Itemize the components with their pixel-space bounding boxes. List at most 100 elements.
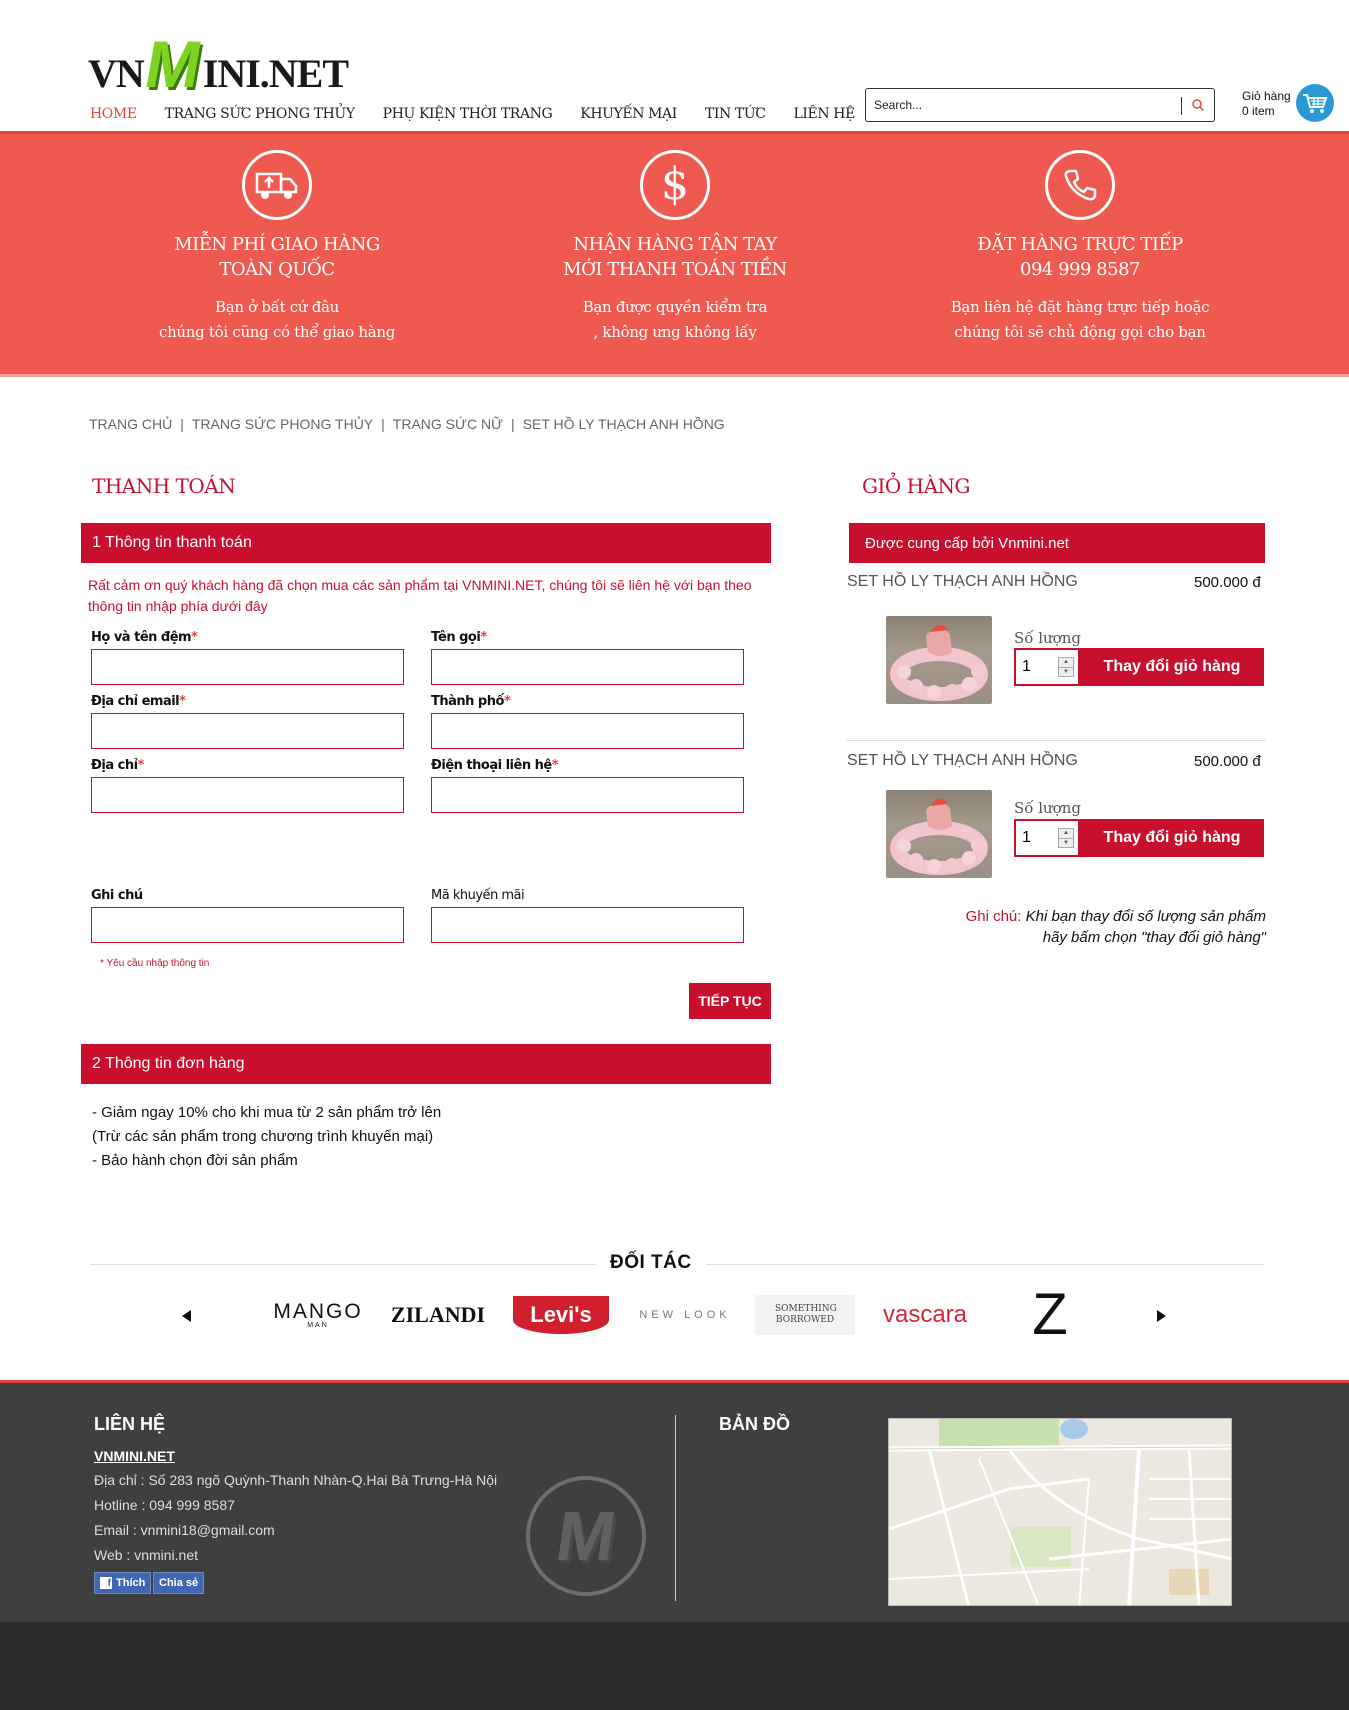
- breadcrumb-home[interactable]: TRANG CHỦ: [89, 416, 172, 432]
- brand-logo-levis[interactable]: Levi's: [512, 1290, 610, 1340]
- cart-note-label: Ghi chú:: [965, 908, 1022, 925]
- checkout-intro: Rất cảm ơn quý khách hàng đã chọn mua cá…: [88, 577, 752, 614]
- location-map[interactable]: [888, 1418, 1232, 1606]
- brand-logo-new-look[interactable]: NEW LOOK: [632, 1290, 738, 1340]
- delivery-truck-icon: [242, 150, 312, 220]
- main-nav: HOME TRANG SỨC PHONG THỦY PHỤ KIỆN THỜI …: [90, 106, 883, 122]
- order-info-line: - Giảm ngay 10% cho khi mua từ 2 sản phẩ…: [92, 1104, 442, 1121]
- quantity-stepper[interactable]: ▲ ▼: [1014, 819, 1080, 857]
- search-box: [865, 88, 1215, 122]
- logo-m-mark: M: [139, 26, 208, 101]
- label-city: Thành phố*: [431, 694, 511, 709]
- required-note: * Yêu cầu nhập thông tin: [100, 958, 210, 969]
- cart-note-text-2: hãy bấm chọn "thay đổi giỏ hàng": [1042, 929, 1266, 946]
- cart-item-name[interactable]: SET HỒ LY THẠCH ANH HỒNG: [847, 573, 1078, 591]
- phone-input[interactable]: [432, 778, 743, 812]
- carousel-prev-icon[interactable]: [182, 1310, 191, 1322]
- carousel-next-icon[interactable]: [1157, 1310, 1166, 1322]
- first-name-field[interactable]: [431, 649, 744, 685]
- logo-text-right: INI.NET: [202, 51, 349, 96]
- breadcrumb-category[interactable]: TRANG SỨC PHONG THỦY: [192, 416, 373, 432]
- footer-web: Web : vnmini.net: [94, 1547, 199, 1563]
- nav-tin-tuc[interactable]: TIN TỨC: [705, 106, 766, 122]
- dollar-icon: $: [640, 150, 710, 220]
- footer-site-link[interactable]: VNMINI.NET: [94, 1448, 175, 1464]
- search-icon[interactable]: [1191, 98, 1205, 112]
- quantity-input[interactable]: [1016, 650, 1056, 684]
- update-cart-button[interactable]: Thay đổi giỏ hàng: [1080, 648, 1264, 686]
- feature-cod: $ NHẬN HÀNG TẬN TAY MỚI THANH TOÁN TIỀN B…: [515, 134, 835, 345]
- update-cart-button[interactable]: Thay đổi giỏ hàng: [1080, 819, 1264, 857]
- phone-field[interactable]: [431, 777, 744, 813]
- order-info-line: (Trừ các sản phẩm trong chương trình khu…: [92, 1128, 434, 1145]
- label-promo: Mã khuyến mãi: [431, 888, 525, 903]
- continue-button[interactable]: TIẾP TỤC: [689, 983, 771, 1019]
- spinner-up-icon[interactable]: ▲: [1059, 658, 1073, 667]
- site-logo[interactable]: VN M INI.NET: [88, 24, 349, 101]
- product-thumbnail[interactable]: [886, 790, 992, 878]
- order-info: - Giảm ngay 10% cho khi mua từ 2 sản phẩ…: [92, 1101, 441, 1173]
- cart-title: GIỎ HÀNG: [862, 474, 971, 498]
- promo-code-field[interactable]: [431, 907, 744, 943]
- quantity-stepper[interactable]: ▲ ▼: [1014, 648, 1080, 686]
- mini-cart-label: Giỏ hàng: [1242, 89, 1291, 103]
- cart-note-text: Khi bạn thay đổi số lượng sản phẩm: [1021, 908, 1266, 925]
- brand-logo-zilandi[interactable]: ZILANDI: [388, 1290, 488, 1340]
- order-info-line: - Bảo hành chọn đời sản phẩm: [92, 1152, 298, 1169]
- note-input[interactable]: [92, 908, 403, 942]
- nav-lien-he[interactable]: LIÊN HỆ: [794, 106, 856, 122]
- nav-phu-kien-thoi-trang[interactable]: PHỤ KIỆN THỜI TRANG: [383, 106, 553, 122]
- brand-logo-something-borrowed[interactable]: SOMETHING BORROWED: [755, 1290, 855, 1340]
- quantity-label: Số lượng: [1014, 799, 1081, 817]
- feature-title: MIỄN PHÍ GIAO HÀNG TOÀN QUỐC: [174, 234, 380, 280]
- footer-divider: [675, 1415, 676, 1601]
- last-name-input[interactable]: [92, 650, 403, 684]
- city-input[interactable]: [432, 714, 743, 748]
- nav-khuyen-mai[interactable]: KHUYẾN MẠI: [580, 106, 677, 122]
- cart-item-price: 500.000 đ: [1194, 574, 1261, 591]
- footer-bottom-bar: [0, 1622, 1349, 1710]
- cart-icon[interactable]: [1296, 84, 1334, 122]
- quantity-spinner[interactable]: ▲ ▼: [1058, 657, 1074, 677]
- brand-logo-mango[interactable]: MANGO MAN: [268, 1290, 368, 1340]
- breadcrumb-subcategory[interactable]: TRANG SỨC NỮ: [393, 416, 503, 432]
- address-input[interactable]: [92, 778, 403, 812]
- product-thumbnail[interactable]: [886, 616, 992, 704]
- feature-desc: Bạn liên hệ đặt hàng trực tiếp hoặc chúng…: [950, 298, 1210, 341]
- cart-item-name[interactable]: SET HỒ LY THẠCH ANH HỒNG: [847, 752, 1078, 770]
- brand-logo-vascara[interactable]: vascara: [875, 1290, 975, 1340]
- feature-direct-order: ĐẶT HÀNG TRỰC TIẾP 094 999 8587 Bạn liên …: [920, 134, 1240, 345]
- phone-icon: [1045, 150, 1115, 220]
- label-last-name: Họ và tên đệm*: [91, 630, 198, 645]
- promo-code-input[interactable]: [432, 908, 743, 942]
- breadcrumb-current: SET HỒ LY THẠCH ANH HỒNG: [522, 416, 725, 432]
- spinner-down-icon[interactable]: ▼: [1059, 837, 1073, 848]
- city-field[interactable]: [431, 713, 744, 749]
- step1-header: 1 Thông tin thanh toán: [81, 523, 771, 563]
- note-field[interactable]: [91, 907, 404, 943]
- first-name-input[interactable]: [432, 650, 743, 684]
- nav-trang-suc-phong-thuy[interactable]: TRANG SỨC PHONG THỦY: [165, 106, 355, 122]
- quantity-input[interactable]: [1016, 821, 1056, 855]
- facebook-icon: f: [100, 1577, 112, 1589]
- feature-free-shipping: MIỄN PHÍ GIAO HÀNG TOÀN QUỐC Bạn ở bất cứ…: [117, 134, 437, 345]
- search-input[interactable]: [866, 89, 1166, 121]
- quantity-spinner[interactable]: ▲ ▼: [1058, 828, 1074, 848]
- address-field[interactable]: [91, 777, 404, 813]
- checkout-title: THANH TOÁN: [92, 474, 236, 498]
- email-field[interactable]: [91, 713, 404, 749]
- feature-title: ĐẶT HÀNG TRỰC TIẾP 094 999 8587: [977, 234, 1183, 280]
- mini-cart-text[interactable]: Giỏ hàng 0 item: [1242, 89, 1291, 119]
- spinner-up-icon[interactable]: ▲: [1059, 829, 1073, 838]
- email-input[interactable]: [92, 714, 403, 748]
- search-divider: [1181, 97, 1182, 115]
- facebook-share-button[interactable]: Chia sẻ: [153, 1572, 205, 1594]
- service-banner: MIỄN PHÍ GIAO HÀNG TOÀN QUỐC Bạn ở bất cứ…: [0, 131, 1349, 377]
- brand-logo-z[interactable]: Z: [1010, 1286, 1090, 1344]
- footer-address: Địa chỉ : Số 283 ngõ Quỳnh-Thanh Nhàn-Q.…: [94, 1472, 498, 1488]
- last-name-field[interactable]: [91, 649, 404, 685]
- spinner-down-icon[interactable]: ▼: [1059, 666, 1073, 677]
- facebook-like-button[interactable]: f Thích: [94, 1572, 152, 1594]
- cart-item-price: 500.000 đ: [1194, 753, 1261, 770]
- nav-home[interactable]: HOME: [90, 106, 137, 122]
